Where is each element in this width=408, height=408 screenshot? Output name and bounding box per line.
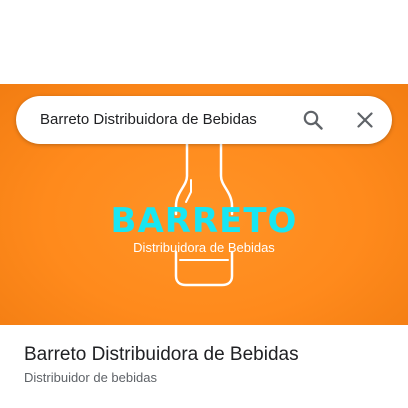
logo-brand-subtitle: Distribuidora de Bebidas	[133, 240, 275, 255]
search-icon[interactable]	[301, 108, 325, 132]
place-panel: BARRETO Distribuidora de Bebidas Barreto…	[0, 0, 408, 408]
search-input[interactable]: Barreto Distribuidora de Bebidas	[40, 96, 257, 144]
logo-brand-name: BARRETO	[110, 201, 298, 241]
place-title: Barreto Distribuidora de Bebidas	[24, 344, 299, 365]
place-category[interactable]: Distribuidor de bebidas	[24, 370, 157, 385]
search-bar[interactable]: Barreto Distribuidora de Bebidas	[16, 96, 392, 144]
close-icon[interactable]	[353, 108, 377, 132]
